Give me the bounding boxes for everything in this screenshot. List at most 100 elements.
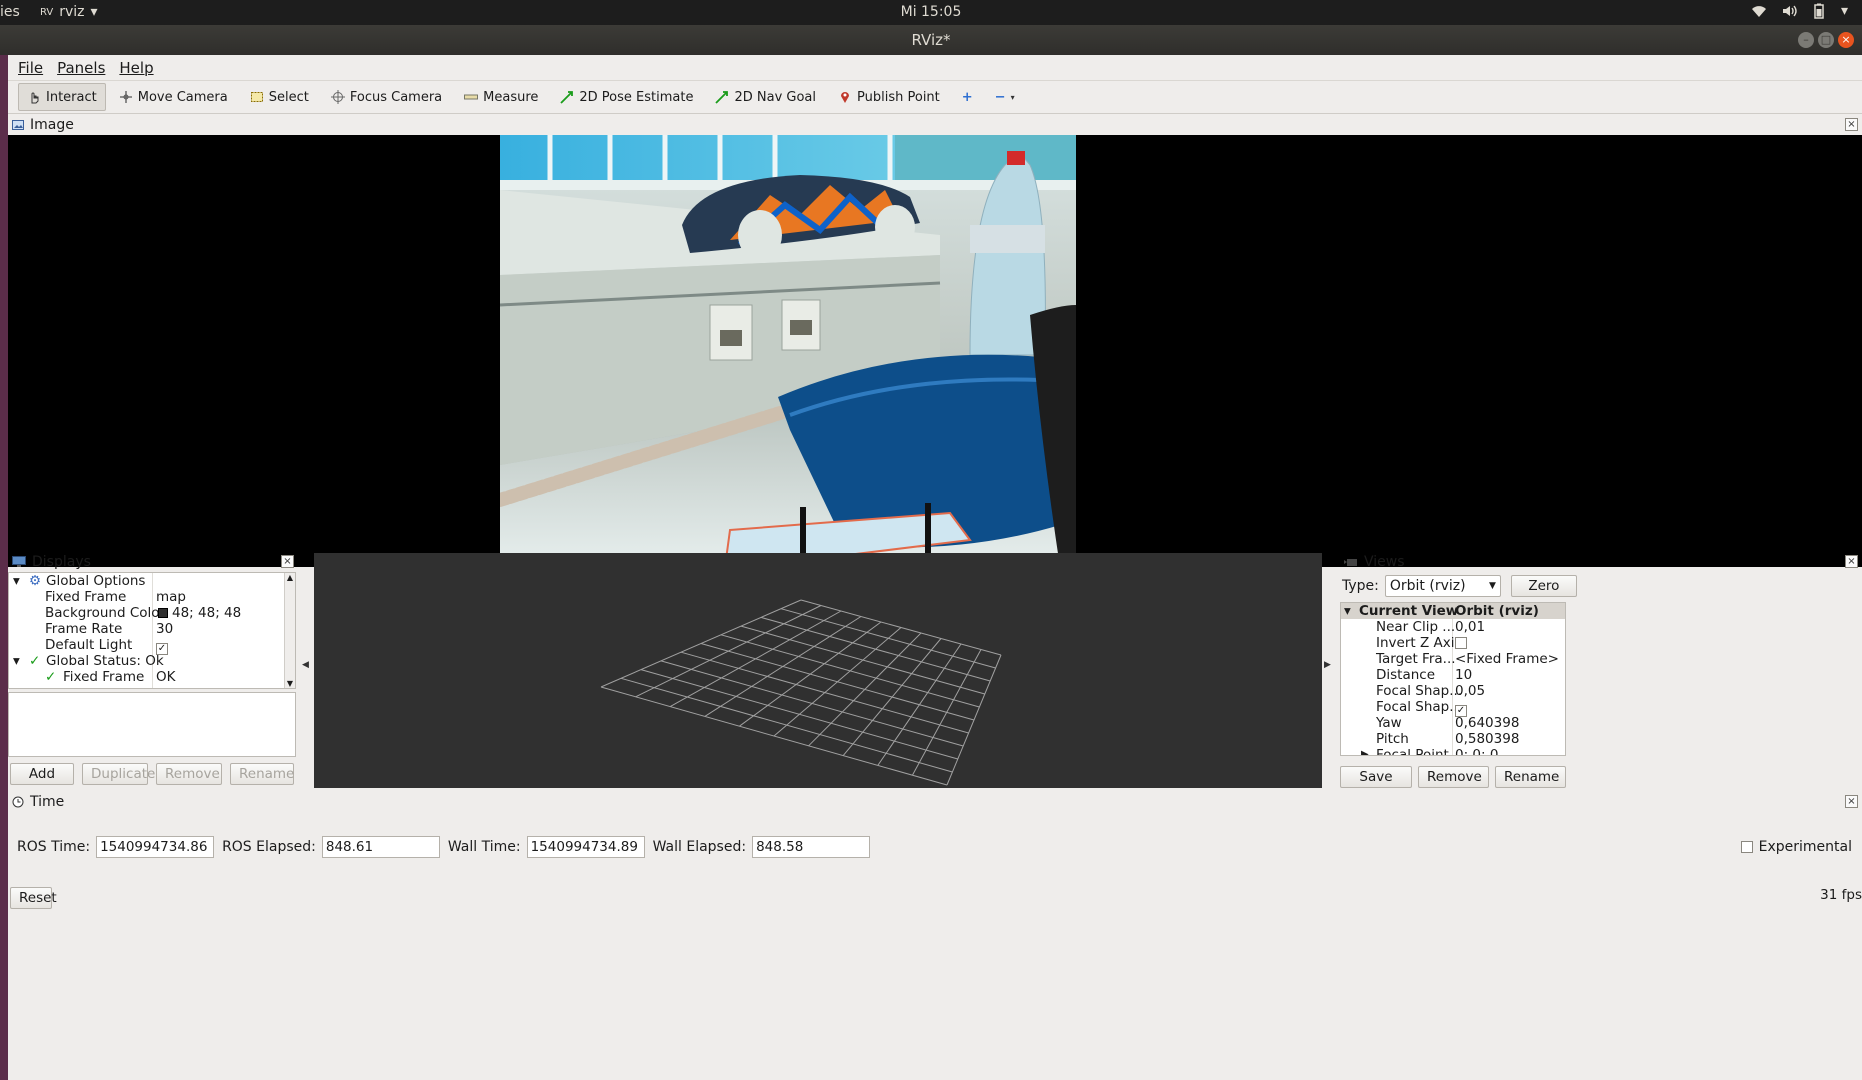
reset-button[interactable]: Reset <box>10 887 57 909</box>
expand-arrow-icon[interactable]: ▾ <box>13 573 20 589</box>
tree-row-value[interactable]: 10 <box>1455 667 1472 683</box>
tree-row-frame-rate[interactable]: Frame Rate 30 <box>9 621 295 637</box>
tree-row-label: Background Color <box>45 605 166 621</box>
wall-elapsed-field[interactable]: 848.58 <box>752 836 871 858</box>
publish-point-tool-button[interactable]: Publish Point <box>829 83 949 111</box>
menu-file[interactable]: File <box>18 59 43 77</box>
focus-camera-tool-button[interactable]: Focus Camera <box>322 83 451 111</box>
tree-row-label: Invert Z Axis <box>1376 635 1462 651</box>
remove-view-button[interactable]: Remove <box>1418 766 1489 788</box>
image-view[interactable] <box>8 135 1862 567</box>
tree-row-background-color[interactable]: Background Color 48; 48; 48 <box>9 605 295 621</box>
close-window-button[interactable]: × <box>1838 32 1854 48</box>
expand-arrow-icon[interactable]: ▾ <box>13 653 20 669</box>
displays-scrollbar[interactable]: ▲ ▼ <box>284 573 295 688</box>
experimental-toggle[interactable]: Experimental <box>1740 839 1852 855</box>
window-title-bar[interactable]: RViz* – □ × <box>0 25 1862 55</box>
tree-row-label: Focal Shap... <box>1376 699 1463 715</box>
tree-row-value[interactable]: 0; 0; 0 <box>1455 747 1498 755</box>
view-type-select[interactable]: Orbit (rviz) ▼ <box>1384 575 1501 597</box>
zero-view-button[interactable]: Zero <box>1510 575 1577 597</box>
tree-row-focal-point[interactable]: ▶ Focal Point 0; 0; 0 <box>1341 747 1565 756</box>
ros-time-field[interactable]: 1540994734.86 <box>96 836 215 858</box>
tree-row-current-view[interactable]: ▾ Current View Orbit (rviz) <box>1341 603 1565 619</box>
menu-panels[interactable]: Panels <box>57 59 105 77</box>
remove-display-button[interactable]: Remove <box>156 763 222 785</box>
invert-z-checkbox[interactable] <box>1455 637 1467 649</box>
wall-time-field[interactable]: 1540994734.89 <box>526 836 645 858</box>
select-tool-button[interactable]: Select <box>241 83 318 111</box>
tree-row-global-status[interactable]: ▾ ✓ Global Status: Ok <box>9 653 295 669</box>
pose-estimate-tool-button[interactable]: 2D Pose Estimate <box>551 83 702 111</box>
expand-arrow-icon[interactable]: ▾ <box>1344 603 1351 619</box>
minimize-button[interactable]: – <box>1798 32 1814 48</box>
tree-row-label: Target Fra... <box>1376 651 1456 667</box>
tree-row-focal-shape-size[interactable]: Focal Shap... 0,05 <box>1341 683 1565 699</box>
displays-tree[interactable]: ▾ ⚙ Global Options Fixed Frame map Backg… <box>8 572 296 689</box>
tree-row-value: OK <box>156 669 176 685</box>
tree-row-yaw[interactable]: Yaw 0,640398 <box>1341 715 1565 731</box>
duplicate-display-button[interactable]: Duplicate <box>82 763 155 785</box>
close-panel-button[interactable]: × <box>1845 555 1858 568</box>
close-panel-button[interactable]: × <box>1845 795 1858 808</box>
collapse-left-arrow-icon[interactable]: ◀ <box>302 660 309 670</box>
checkmark-icon: ✓ <box>45 669 57 685</box>
tree-row-label: Focal Point <box>1376 747 1449 756</box>
remove-tool-button[interactable]: − ▾ <box>986 83 1024 111</box>
move-camera-tool-button[interactable]: Move Camera <box>110 83 237 111</box>
tree-row-target-frame[interactable]: Target Fra... <Fixed Frame> <box>1341 651 1565 667</box>
tree-row-value[interactable]: 0,640398 <box>1455 715 1519 731</box>
close-panel-button[interactable]: × <box>281 555 294 568</box>
image-panel-title: Image <box>30 117 74 133</box>
tree-row-focal-shape-fixed[interactable]: Focal Shap... ✓ <box>1341 699 1565 717</box>
tree-row-value[interactable]: 0,580398 <box>1455 731 1519 747</box>
tree-row-near-clip[interactable]: Near Clip ... 0,01 <box>1341 619 1565 635</box>
tree-row-invert-z[interactable]: Invert Z Axis <box>1341 635 1565 651</box>
time-panel: Time × ROS Time: 1540994734.86 ROS Elaps… <box>8 792 1862 1080</box>
tree-row-fixed-frame-status[interactable]: ✓ Fixed Frame OK <box>9 669 295 685</box>
clock[interactable]: Mi 15:05 <box>0 4 1862 20</box>
experimental-checkbox[interactable] <box>1740 841 1753 853</box>
measure-tool-button[interactable]: Measure <box>455 83 547 111</box>
tree-row-distance[interactable]: Distance 10 <box>1341 667 1565 683</box>
plus-icon: + <box>961 89 973 105</box>
3d-render-viewport[interactable] <box>314 553 1322 788</box>
displays-panel: Displays × ▾ ⚙ Global Options Fixed Fram… <box>8 552 298 792</box>
menu-help[interactable]: Help <box>119 59 153 77</box>
select-tool-label: Select <box>268 89 309 105</box>
tree-row-value[interactable]: 48; 48; 48 <box>172 605 241 621</box>
grid-line <box>660 660 964 747</box>
add-display-button[interactable]: Add <box>10 763 74 785</box>
select-rectangle-icon <box>250 92 263 102</box>
focus-crosshair-icon <box>330 90 345 104</box>
scroll-down-icon[interactable]: ▼ <box>285 679 295 688</box>
tree-row-fixed-frame[interactable]: Fixed Frame map <box>9 589 295 605</box>
maximize-button[interactable]: □ <box>1818 32 1834 48</box>
tree-row-value[interactable]: 0,05 <box>1455 683 1485 699</box>
tree-row-default-light[interactable]: Default Light ✓ <box>9 637 295 655</box>
scroll-up-icon[interactable]: ▲ <box>285 573 295 582</box>
tree-row-value[interactable]: map <box>156 589 186 605</box>
add-tool-button[interactable]: + <box>953 83 982 111</box>
views-tree[interactable]: ▾ Current View Orbit (rviz) Near Clip ..… <box>1340 602 1566 756</box>
collapse-right-arrow-icon[interactable]: ▶ <box>1324 660 1331 670</box>
expand-arrow-icon[interactable]: ▶ <box>1361 747 1369 755</box>
nav-goal-tool-button[interactable]: 2D Nav Goal <box>706 83 825 111</box>
chevron-down-icon: ▾ <box>1840 3 1848 19</box>
tree-row-value[interactable]: 30 <box>156 621 173 637</box>
interact-tool-button[interactable]: Interact <box>18 83 106 111</box>
save-view-button[interactable]: Save <box>1340 766 1412 788</box>
menu-bar: File Panels Help <box>8 55 1862 81</box>
system-tray[interactable]: ▾ <box>1751 3 1848 19</box>
close-panel-button[interactable]: × <box>1845 118 1858 131</box>
tree-row-label: Pitch <box>1376 731 1409 747</box>
ros-elapsed-field[interactable]: 848.61 <box>321 836 440 858</box>
clock-icon <box>12 796 24 808</box>
rename-view-button[interactable]: Rename <box>1495 766 1566 788</box>
tree-row-pitch[interactable]: Pitch 0,580398 <box>1341 731 1565 747</box>
rename-display-button[interactable]: Rename <box>230 763 294 785</box>
tree-row-global-options[interactable]: ▾ ⚙ Global Options <box>9 573 295 589</box>
measure-tool-label: Measure <box>483 89 539 105</box>
tree-row-value[interactable]: <Fixed Frame> <box>1455 651 1559 667</box>
tree-row-value[interactable]: 0,01 <box>1455 619 1485 635</box>
